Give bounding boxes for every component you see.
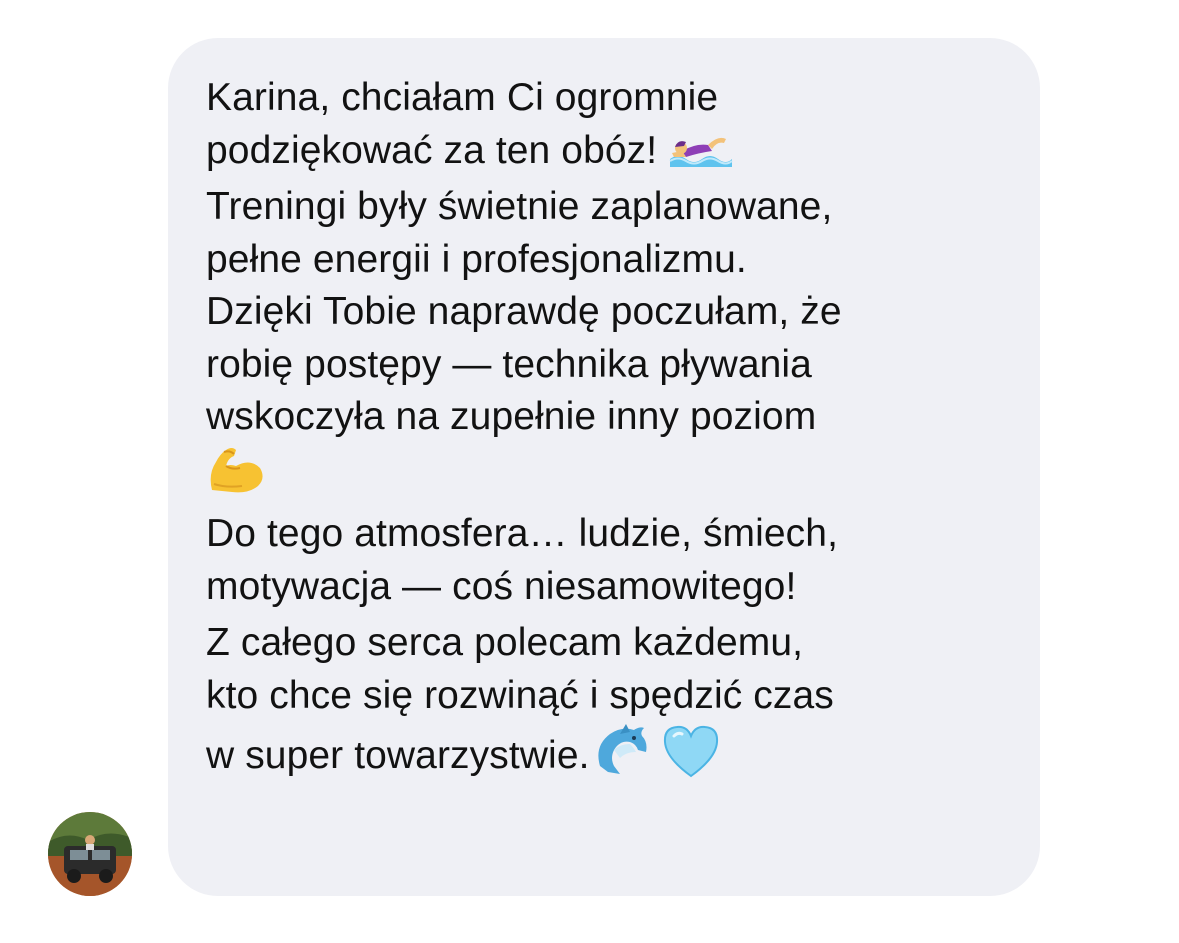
message-line: pełne energii i profesjonalizmu. (206, 237, 747, 281)
message-paragraph: Karina, chciałam Ci ogromnie podziękować… (206, 72, 1026, 177)
sender-avatar[interactable] (48, 812, 132, 896)
message-line: kto chce się rozwinąć i spędzić czas (206, 673, 834, 717)
dolphin-emoji-icon (590, 722, 652, 778)
message-line: Karina, chciałam Ci ogromnie (206, 76, 719, 119)
message-paragraph: Treningi były świetnie zaplanowane, pełn… (206, 181, 1026, 504)
message-line-text: w super towarzystwie. (206, 734, 590, 777)
message-line: Dzięki Tobie naprawdę poczułam, że (206, 290, 842, 333)
message-paragraph: Z całego serca polecam każdemu, kto chce… (206, 617, 1026, 783)
emoji-line (206, 444, 1026, 505)
message-text: Karina, chciałam Ci ogromnie podziękować… (206, 72, 1026, 783)
flexed-biceps-emoji-icon (206, 444, 266, 494)
message-line: Treningi były świetnie zaplanowane, (206, 185, 833, 228)
message-line: motywacja — coś niesamowitego! (206, 564, 797, 608)
message-paragraph: Do tego atmosfera… ludzie, śmiech, motyw… (206, 508, 1026, 613)
message-line-text: podziękować za ten obóz! (206, 128, 669, 172)
message-line: Do tego atmosfera… ludzie, śmiech, (206, 512, 839, 555)
message-line-with-emoji: podziękować za ten obóz! (206, 125, 1026, 178)
message-line: robię postępy — technika pływania (206, 342, 812, 386)
chat-screen: Karina, chciałam Ci ogromnie podziękować… (0, 0, 1179, 943)
message-line-with-emoji: w super towarzystwie. (206, 722, 1026, 783)
message-line: Z całego serca polecam każdemu, (206, 621, 804, 664)
message-line: wskoczyła na zupełnie inny poziom (206, 395, 817, 438)
light-blue-heart-emoji-icon (662, 724, 720, 778)
swimmer-emoji-icon (668, 129, 734, 169)
